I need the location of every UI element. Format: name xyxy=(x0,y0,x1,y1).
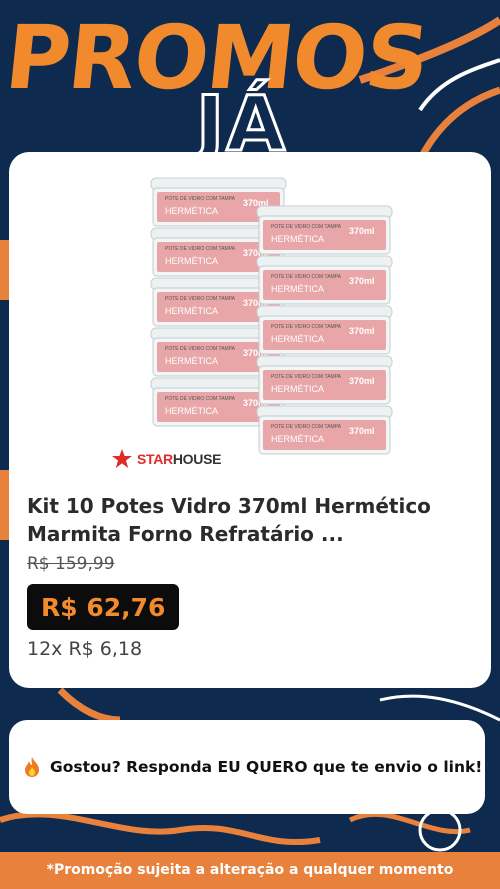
product-title[interactable]: Kit 10 Potes Vidro 370ml Hermético Marmi… xyxy=(27,492,477,548)
star-icon xyxy=(112,449,132,468)
brand-logo: STARHOUSE xyxy=(111,448,221,470)
svg-text:HERMÉTICA: HERMÉTICA xyxy=(165,306,218,316)
svg-text:370ml: 370ml xyxy=(349,326,375,336)
svg-text:HERMÉTICA: HERMÉTICA xyxy=(165,206,218,216)
svg-text:HERMÉTICA: HERMÉTICA xyxy=(271,234,324,244)
glass-container: POTE DE VIDRO COM TAMPA HERMÉTICA 370ml xyxy=(256,355,393,405)
fire-icon xyxy=(25,757,39,777)
product-image[interactable]: POTE DE VIDRO COM TAMPAHERMÉTICA370mlPOT… xyxy=(137,172,407,472)
svg-text:HERMÉTICA: HERMÉTICA xyxy=(165,406,218,416)
svg-text:POTE DE VIDRO COM TAMPA: POTE DE VIDRO COM TAMPA xyxy=(271,274,342,280)
old-price: R$ 159,99 xyxy=(27,554,115,574)
svg-text:HERMÉTICA: HERMÉTICA xyxy=(271,284,324,294)
svg-text:POTE DE VIDRO COM TAMPA: POTE DE VIDRO COM TAMPA xyxy=(165,296,236,302)
svg-text:370ml: 370ml xyxy=(349,426,375,436)
brand-name: STARHOUSE xyxy=(137,451,222,467)
svg-text:POTE DE VIDRO COM TAMPA: POTE DE VIDRO COM TAMPA xyxy=(271,424,342,430)
current-price-value: R$ 62,76 xyxy=(41,592,166,622)
cta-box[interactable]: Gostou? Responda EU QUERO que te envio o… xyxy=(9,720,485,814)
svg-text:POTE DE VIDRO COM TAMPA: POTE DE VIDRO COM TAMPA xyxy=(165,396,236,402)
product-card[interactable]: POTE DE VIDRO COM TAMPA HERMÉTICA 370ml POT… xyxy=(9,152,491,688)
cta-text: Gostou? Responda EU QUERO que te envio o… xyxy=(50,758,483,776)
svg-text:POTE DE VIDRO COM TAMPA: POTE DE VIDRO COM TAMPA xyxy=(271,374,342,380)
svg-text:HERMÉTICA: HERMÉTICA xyxy=(271,384,324,394)
glass-container: POTE DE VIDRO COM TAMPA HERMÉTICA 370ml xyxy=(256,255,393,305)
svg-text:HERMÉTICA: HERMÉTICA xyxy=(165,356,218,366)
footer-disclaimer: *Promoção sujeita a alteração a qualquer… xyxy=(0,852,500,889)
glass-container: POTE DE VIDRO COM TAMPA HERMÉTICA 370ml xyxy=(256,305,393,355)
svg-text:POTE DE VIDRO COM TAMPA: POTE DE VIDRO COM TAMPA xyxy=(271,324,342,330)
installments: 12x R$ 6,18 xyxy=(27,638,143,660)
svg-text:HERMÉTICA: HERMÉTICA xyxy=(271,434,324,444)
svg-text:370ml: 370ml xyxy=(349,276,375,286)
svg-text:POTE DE VIDRO COM TAMPA: POTE DE VIDRO COM TAMPA xyxy=(271,224,342,230)
svg-text:HERMÉTICA: HERMÉTICA xyxy=(271,334,324,344)
svg-text:370ml: 370ml xyxy=(349,226,375,236)
svg-text:POTE DE VIDRO COM TAMPA: POTE DE VIDRO COM TAMPA xyxy=(165,246,236,252)
svg-text:POTE DE VIDRO COM TAMPA: POTE DE VIDRO COM TAMPA xyxy=(165,346,236,352)
glass-container: POTE DE VIDRO COM TAMPA HERMÉTICA 370ml xyxy=(256,405,393,455)
glass-container: POTE DE VIDRO COM TAMPA HERMÉTICA 370ml xyxy=(256,205,393,255)
svg-text:370ml: 370ml xyxy=(349,376,375,386)
svg-text:HERMÉTICA: HERMÉTICA xyxy=(165,256,218,266)
current-price: R$ 62,76 xyxy=(27,584,180,630)
svg-text:POTE DE VIDRO COM TAMPA: POTE DE VIDRO COM TAMPA xyxy=(165,196,236,202)
